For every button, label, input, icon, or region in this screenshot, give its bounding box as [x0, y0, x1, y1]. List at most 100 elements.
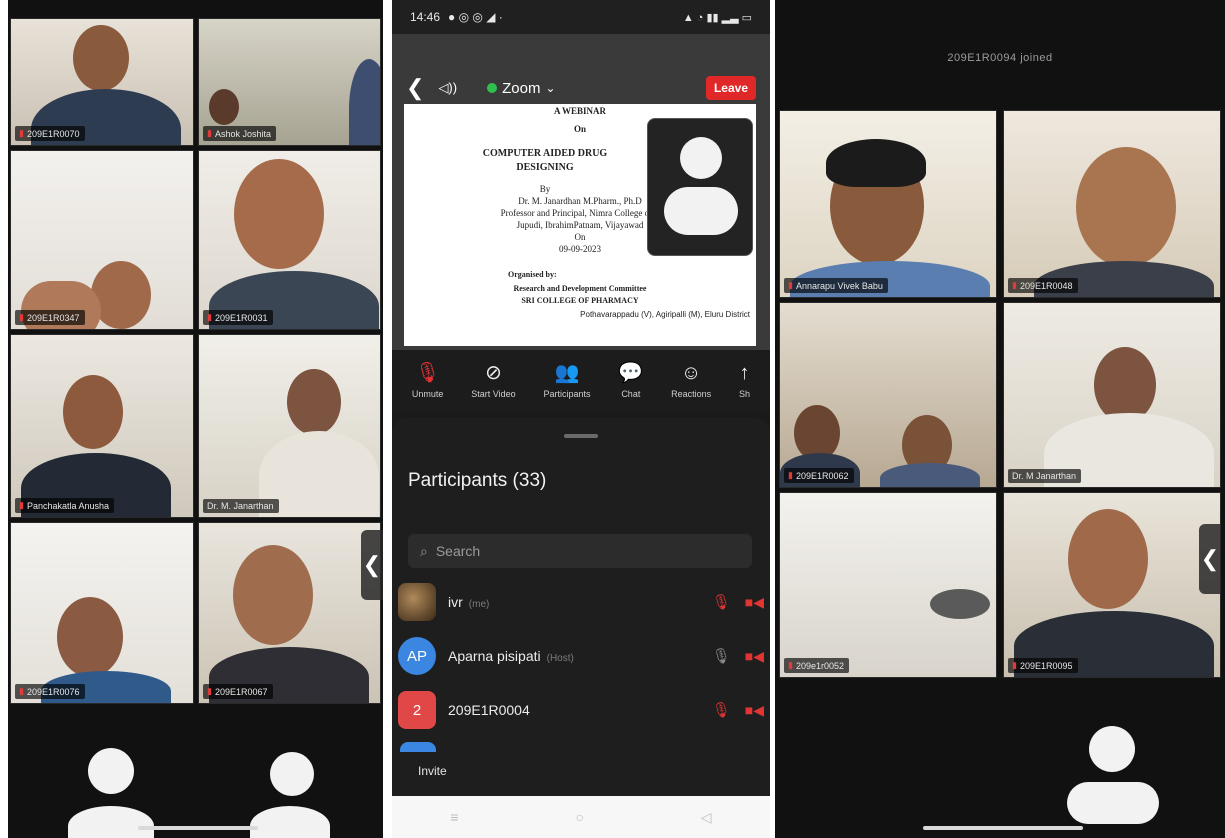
back-icon[interactable]: ◁	[701, 809, 712, 826]
participant-name: ivr	[448, 594, 463, 610]
share-button[interactable]: ↑ Sh	[739, 363, 750, 399]
tile-label: Dr. M Janarthan	[1008, 469, 1082, 483]
participant-search-input[interactable]: ⌕ Search	[408, 534, 752, 568]
search-icon: ⌕	[420, 542, 428, 559]
video-tile[interactable]: ▮ 209E1R0031	[198, 150, 381, 330]
tool-label: Reactions	[671, 389, 712, 399]
microphone-icon: 🎙	[711, 648, 731, 665]
gallery-side-tab[interactable]: ❮	[361, 530, 383, 600]
tool-label: Chat	[621, 389, 641, 399]
avatar-placeholder-icon	[664, 137, 738, 237]
tile-label: ▮ 209E1R0062	[784, 468, 854, 483]
home-indicator[interactable]	[923, 826, 1083, 830]
tile-label: ▮ Annarapu Vivek Babu	[784, 278, 888, 293]
participant-name: 209E1R0004	[448, 702, 530, 718]
video-tile[interactable]: ▮ 209E1R0067	[198, 522, 381, 704]
tile-label: Dr. M. Janarthan	[203, 499, 279, 513]
smiley-icon: ☺	[680, 362, 702, 384]
self-video-thumbnail[interactable]	[647, 118, 753, 256]
speaker-icon[interactable]: ◁))	[438, 80, 457, 96]
meeting-top-bar: ❮ ◁)) Zoom ⌄ Leave	[392, 68, 770, 108]
tile-label: ▮ 209E1R0031	[203, 310, 273, 325]
participant-role: (Host)	[546, 653, 574, 664]
system-status-icons: ▲ ◔ ▮▮ ▂▃ ▭	[682, 11, 752, 24]
tile-label: ▮ Ashok Joshita	[203, 126, 276, 141]
microphone-muted-icon: 🎙	[711, 594, 731, 611]
tool-label: Participants	[543, 389, 591, 399]
reactions-button[interactable]: ☺ Reactions	[671, 363, 711, 399]
start-video-button[interactable]: ⊘ Start Video	[471, 363, 515, 399]
mic-muted-icon: ▮	[19, 312, 24, 322]
participants-icon: 👥	[554, 362, 580, 384]
video-off-icon: ■◀	[744, 647, 764, 664]
avatar-placeholder-icon	[246, 752, 336, 838]
tool-label: Start Video	[471, 389, 516, 399]
avatar: 2	[398, 691, 436, 729]
tile-label: ▮ 209E1R0347	[15, 310, 85, 325]
video-off-icon: ⊘	[485, 362, 502, 384]
participants-button[interactable]: 👥 Participants	[544, 363, 591, 399]
video-tile[interactable]: ▮ 209E1R0070	[10, 18, 194, 146]
participant-role: (me)	[468, 599, 490, 610]
tile-label: ▮ Panchakatla Anusha	[15, 498, 115, 513]
video-tile[interactable]: ▮ Annarapu Vivek Babu	[779, 110, 997, 298]
participant-row[interactable]: ivr (me) 🎙 ■◀	[398, 578, 764, 626]
mic-muted-icon: ▮	[788, 280, 793, 290]
avatar-placeholder-icon	[68, 748, 158, 838]
mic-muted-icon: ▮	[1012, 660, 1017, 670]
encryption-shield-icon	[487, 83, 498, 93]
participants-panel: Participants (33) ⌕ Search ivr (me) 🎙 ■◀ A…	[392, 418, 770, 838]
video-tile[interactable]: ▮ 209E1R0062	[779, 302, 997, 488]
mic-muted-icon: ▮	[19, 128, 24, 138]
tool-label: Sh	[739, 389, 751, 399]
join-notification: 209E1R0094 joined	[947, 52, 1053, 64]
unmute-button[interactable]: 🎙 Unmute	[412, 363, 444, 399]
participant-row[interactable]: AP Aparna pisipati (Host) 🎙 ■◀	[398, 632, 764, 680]
clock: 14:46	[410, 10, 441, 24]
participant-name: Aparna pisipati	[448, 648, 541, 664]
slide-text: SRI COLLEGE OF PHARMACY	[521, 296, 639, 305]
video-tile[interactable]: ▮ 209E1R0048	[1003, 110, 1221, 298]
chevron-left-icon: ❮	[362, 552, 382, 577]
meeting-toolbar: 🎙 Unmute ⊘ Start Video 👥 Participants 💬 Chat…	[392, 350, 770, 412]
meeting-title[interactable]: Zoom ⌄	[487, 79, 556, 97]
chat-button[interactable]: 💬 Chat	[618, 363, 643, 399]
video-tile[interactable]: ▮ 209E1R0347	[10, 150, 194, 330]
video-tile[interactable]: ▮ 209e1r0052	[779, 492, 997, 678]
mic-muted-icon: ▮	[19, 500, 24, 510]
sheet-grabber[interactable]	[564, 434, 598, 438]
home-icon[interactable]: ○	[575, 809, 583, 825]
home-indicator[interactable]	[138, 826, 258, 830]
tile-label: ▮ 209E1R0048	[1008, 278, 1078, 293]
tile-label: ▮ 209E1R0070	[15, 126, 85, 141]
recents-icon[interactable]: ≡	[450, 809, 458, 825]
right-phone-screen: 209E1R0094 joined ▮ Annarapu Vivek Babu ▮…	[775, 0, 1225, 838]
mic-muted-icon: ▮	[207, 312, 212, 322]
slide-text: Pothavarappadu (V), Agiripalli (M), Elur…	[580, 310, 750, 319]
video-tile[interactable]: ▮ Panchakatla Anusha	[10, 334, 194, 518]
slide-text: Research and Development Committee	[513, 284, 647, 293]
leave-button[interactable]: Leave	[705, 76, 756, 100]
avatar	[398, 583, 436, 621]
video-off-icon: ■◀	[744, 593, 764, 610]
tile-label: ▮ 209E1R0067	[203, 684, 273, 699]
video-tile[interactable]: ▮ 209E1R0076	[10, 522, 194, 704]
video-tile[interactable]: ▮ Ashok Joshita	[198, 18, 381, 146]
chat-icon: 💬	[618, 362, 644, 384]
middle-phone-screen: 14:46 ● ◎ ◎ ◢ · ▲ ◔ ▮▮ ▂▃ ▭ A WEBINAR On…	[392, 0, 770, 838]
back-icon[interactable]: ❮	[406, 75, 424, 101]
mic-muted-icon: ▮	[1012, 280, 1017, 290]
microphone-muted-icon: 🎙	[414, 362, 441, 384]
left-phone-screen: ▮ 209E1R0070 ▮ Ashok Joshita ▮ 209E1R0347 ▮…	[8, 0, 383, 838]
app-name: Zoom	[502, 79, 541, 97]
video-tile[interactable]: Dr. M. Janarthan	[198, 334, 381, 518]
search-placeholder: Search	[435, 543, 481, 559]
avatar	[400, 742, 436, 752]
video-tile[interactable]: Dr. M Janarthan	[1003, 302, 1221, 488]
invite-button[interactable]: Invite	[418, 764, 447, 778]
gallery-side-tab[interactable]: ❮	[1199, 524, 1221, 594]
notification-icons: ● ◎ ◎ ◢ ·	[448, 10, 503, 24]
participant-row[interactable]: 2 209E1R0004 🎙 ■◀	[398, 686, 764, 734]
chevron-left-icon: ❮	[1200, 546, 1220, 571]
video-tile[interactable]: ▮ 209E1R0095	[1003, 492, 1221, 678]
